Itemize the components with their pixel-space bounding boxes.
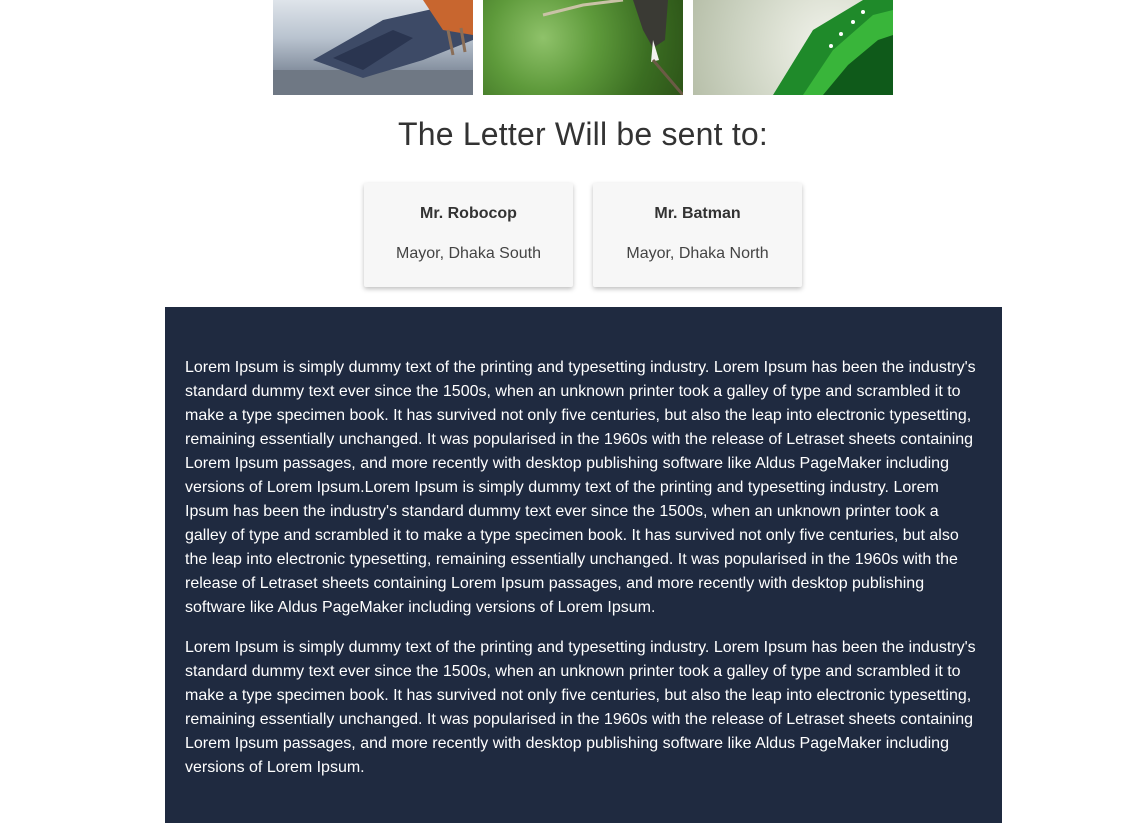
- recipient-name: Mr. Robocop: [420, 205, 517, 222]
- letter-content-panel: Lorem Ipsum is simply dummy text of the …: [165, 307, 1002, 823]
- bird-photo-3[interactable]: [693, 0, 893, 95]
- bird-blue-orange-image: [273, 0, 473, 95]
- photo-gallery: [273, 0, 893, 95]
- letter-paragraph: Lorem Ipsum is simply dummy text of the …: [185, 639, 976, 776]
- letter-paragraph: Lorem Ipsum is simply dummy text of the …: [185, 359, 976, 616]
- recipient-card[interactable]: Mr. Robocop Mayor, Dhaka South: [364, 183, 573, 287]
- recipient-role: Mayor, Dhaka South: [396, 245, 541, 262]
- recipient-role: Mayor, Dhaka North: [626, 245, 769, 262]
- recipient-name: Mr. Batman: [654, 205, 741, 222]
- bird-photo-2[interactable]: [483, 0, 683, 95]
- page-title: The Letter Will be sent to:: [397, 116, 768, 152]
- bird-photo-1[interactable]: [273, 0, 473, 95]
- recipient-list: Mr. Robocop Mayor, Dhaka South Mr. Batma…: [364, 183, 802, 287]
- bird-green-feathers-image: [773, 0, 893, 95]
- recipient-card[interactable]: Mr. Batman Mayor, Dhaka North: [593, 183, 802, 287]
- page: The Letter Will be sent to: Mr. Robocop …: [0, 0, 1138, 823]
- bird-green-foliage-image: [542, 0, 683, 95]
